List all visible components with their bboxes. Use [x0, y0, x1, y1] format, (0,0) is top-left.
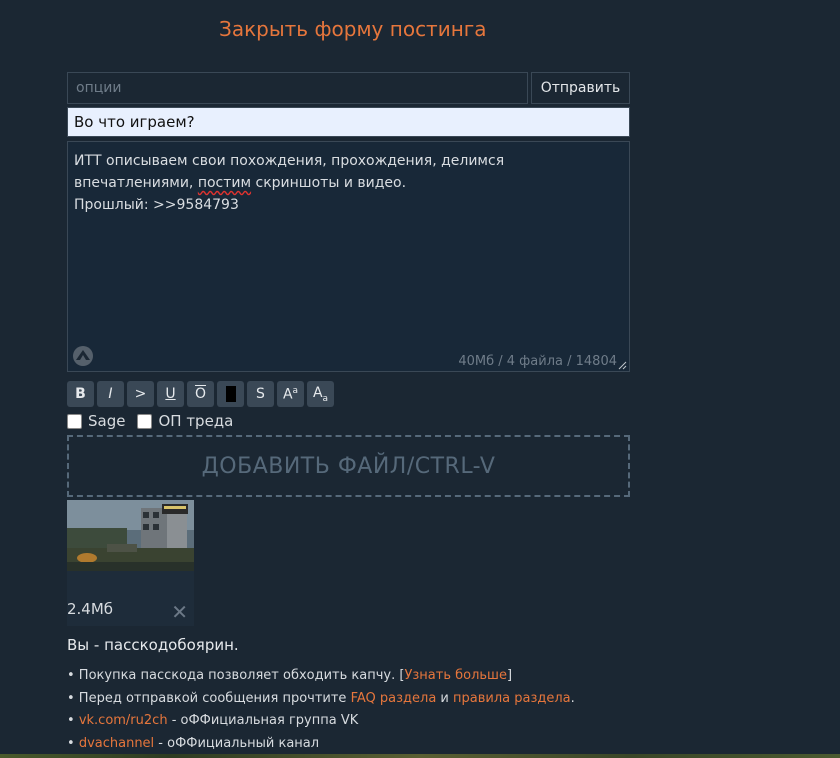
sup-label: Aa — [282, 385, 299, 403]
italic-button[interactable]: I — [97, 381, 124, 407]
passcode-title: Вы - пасскодобоярин. — [67, 636, 239, 654]
note-vk: • vk.com/ru2ch - оФФициальная группа VK — [67, 713, 359, 728]
strikethrough-button[interactable]: S — [247, 381, 274, 407]
dropzone-label: ДОБАВИТЬ ФАЙЛ/CTRL-V — [201, 453, 496, 479]
comment-text[interactable]: ИТТ описываем свои похождения, прохожден… — [74, 150, 621, 216]
post-options-row: Sage ОП треда — [67, 412, 245, 430]
quote-label: > — [134, 386, 147, 402]
sage-checkbox[interactable] — [67, 413, 82, 429]
italic-label: I — [108, 386, 113, 402]
send-button[interactable]: Отправить — [531, 72, 630, 104]
misspelled-word: постим — [197, 175, 252, 191]
comment-line-1: ИТТ описываем свои похождения, прохожден… — [74, 153, 505, 169]
sage-label[interactable]: Sage — [88, 412, 125, 430]
overline-label: O — [194, 386, 207, 402]
spoiler-button[interactable] — [217, 381, 244, 407]
learn-more-link[interactable]: Узнать больше — [404, 668, 507, 683]
note-captcha: • Покупка пасскода позволяет обходить ка… — [67, 668, 513, 683]
file-size: 2.4Мб — [67, 600, 114, 618]
subject-input[interactable] — [67, 107, 630, 137]
bold-label: B — [75, 386, 86, 402]
spoiler-icon — [225, 386, 236, 402]
faq-link[interactable]: FAQ раздела — [351, 691, 437, 706]
passcode-notes: • Покупка пасскода позволяет обходить ка… — [67, 667, 575, 757]
remove-file-icon[interactable]: ✕ — [171, 602, 188, 622]
overline-button[interactable]: O — [187, 381, 214, 407]
upload-limits-text: 40Мб / 4 файла / 14804 — [458, 354, 617, 369]
comment-textarea[interactable]: ИТТ описываем свои похождения, прохожден… — [67, 141, 630, 372]
comment-line-2b: скриншоты и видео. — [251, 175, 407, 191]
attached-file-card: 2.4Мб ✕ — [67, 500, 194, 626]
strike-label: S — [256, 386, 265, 402]
rules-link[interactable]: правила раздела — [453, 691, 571, 706]
op-label[interactable]: ОП треда — [158, 412, 233, 430]
subscript-button[interactable]: Aa — [307, 381, 334, 407]
comment-line-2a: впечатлениями, — [74, 175, 198, 191]
quote-button[interactable]: > — [127, 381, 154, 407]
file-dropzone[interactable]: ДОБАВИТЬ ФАЙЛ/CTRL-V — [67, 435, 630, 497]
bold-button[interactable]: B — [67, 381, 94, 407]
resize-handle-icon[interactable] — [618, 361, 627, 370]
sub-label: Aa — [312, 384, 329, 404]
background-strip — [0, 754, 840, 758]
extension-logo-icon[interactable] — [72, 345, 94, 367]
markup-toolbar: B I > U O S Aa Aa — [67, 381, 334, 407]
close-posting-form-link[interactable]: Закрыть форму постинга — [219, 17, 487, 41]
underline-label: U — [165, 386, 176, 402]
superscript-button[interactable]: Aa — [277, 381, 304, 407]
file-thumbnail[interactable] — [67, 500, 194, 571]
channel-link[interactable]: dvachannel — [79, 736, 154, 751]
vk-link[interactable]: vk.com/ru2ch — [79, 713, 168, 728]
underline-button[interactable]: U — [157, 381, 184, 407]
note-rules: • Перед отправкой сообщения прочтите FAQ… — [67, 690, 575, 706]
comment-line-3: Прошлый: >>9584793 — [74, 197, 239, 213]
options-input[interactable] — [67, 72, 528, 104]
op-checkbox[interactable] — [137, 413, 153, 429]
